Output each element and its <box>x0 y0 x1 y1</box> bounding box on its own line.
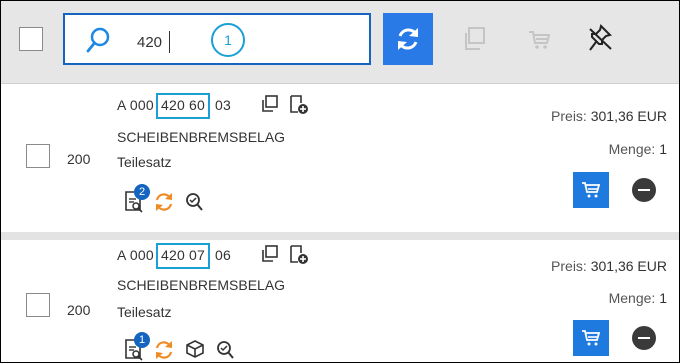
refresh-icon <box>398 28 418 50</box>
menge-label: Menge: <box>608 141 656 157</box>
quantity-info: Menge: 1 <box>609 141 667 157</box>
part-number-prefix: A 000 <box>117 97 154 113</box>
item-quantity: 200 <box>67 151 91 167</box>
text-caret <box>169 31 170 53</box>
result-item: 200 A 000 420 60 03 SCHEIBENBREMSBELAG T… <box>1 84 679 232</box>
price-value: 301,36 EUR <box>590 108 667 124</box>
refresh-icon[interactable] <box>153 191 175 218</box>
part-subtitle: Teilesatz <box>117 304 172 320</box>
unpin-icon[interactable] <box>587 23 613 58</box>
divider <box>1 232 679 240</box>
toolbar: 1 <box>1 1 679 84</box>
menge-label: Menge: <box>608 290 656 306</box>
part-name: SCHEIBENBREMSBELAG <box>117 277 286 293</box>
result-item: 200 A 000 420 07 06 SCHEIBENBREMSBELAG T… <box>1 240 679 362</box>
copy-icon[interactable] <box>259 94 279 119</box>
cart-icon[interactable] <box>527 29 551 56</box>
part-number-suffix: 06 <box>215 247 231 263</box>
document-add-icon[interactable] <box>288 94 310 121</box>
remove-button[interactable] <box>632 326 656 350</box>
zoom-icon[interactable] <box>215 340 235 362</box>
item-quantity: 200 <box>67 302 91 318</box>
menge-value: 1 <box>659 290 667 306</box>
price: Preis: 301,36 EUR <box>551 258 667 274</box>
price-label: Preis: <box>551 108 587 124</box>
add-to-cart-button[interactable] <box>573 172 609 208</box>
item-checkbox[interactable] <box>26 144 50 168</box>
notification-badge: 2 <box>134 184 150 200</box>
callout-marker: 1 <box>211 23 245 57</box>
quantity-info: Menge: 1 <box>609 290 667 306</box>
package-icon[interactable] <box>185 339 205 362</box>
refresh-button[interactable] <box>383 13 433 65</box>
notification-badge: 1 <box>134 332 150 348</box>
part-number-prefix: A 000 <box>117 247 154 263</box>
part-subtitle: Teilesatz <box>117 154 172 170</box>
part-name: SCHEIBENBREMSBELAG <box>117 129 286 145</box>
part-search-panel: 1 <box>0 0 680 363</box>
price-label: Preis: <box>551 258 587 274</box>
remove-button[interactable] <box>632 178 656 202</box>
match-highlight <box>156 243 210 269</box>
item-checkbox[interactable] <box>26 293 50 317</box>
search-icon <box>85 27 111 60</box>
cart-icon <box>582 330 601 346</box>
price: Preis: 301,36 EUR <box>551 108 667 124</box>
copy-icon[interactable] <box>461 25 487 58</box>
search-box[interactable]: 1 <box>63 13 371 65</box>
document-add-icon[interactable] <box>288 244 310 271</box>
select-all-checkbox[interactable] <box>19 27 43 51</box>
zoom-icon[interactable] <box>184 192 204 217</box>
price-value: 301,36 EUR <box>590 258 667 274</box>
match-highlight <box>156 93 210 119</box>
copy-icon[interactable] <box>259 244 279 269</box>
part-number-suffix: 03 <box>215 97 231 113</box>
refresh-icon[interactable] <box>153 339 175 362</box>
menge-value: 1 <box>659 141 667 157</box>
cart-icon <box>582 182 601 198</box>
add-to-cart-button[interactable] <box>573 320 609 356</box>
